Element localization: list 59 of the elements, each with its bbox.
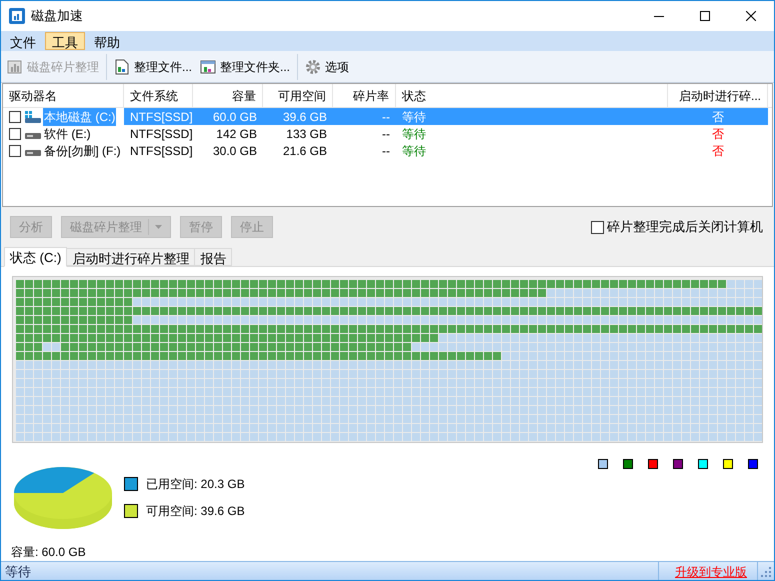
drive-name: 软件 (E:) <box>43 126 92 142</box>
folder-icon <box>200 58 216 74</box>
legend-label: 已用空间: 20.3 GB <box>146 476 245 492</box>
table-cell: -- <box>333 108 396 125</box>
toolbar-button[interactable]: 选项 <box>301 54 354 80</box>
table-cell-text: -- <box>381 126 391 142</box>
table-row[interactable]: 备份[勿删] (F:) NTFS[SSD] 30.0 GB 21.6 GB -- 等待 否 <box>3 142 768 159</box>
tab[interactable]: 状态 (C:) <box>4 247 68 267</box>
column-header[interactable]: 可用空间 <box>263 84 333 107</box>
menu-item[interactable]: 帮助 <box>87 32 127 50</box>
toolbar-button[interactable]: 整理文件... <box>110 54 196 80</box>
menu-item[interactable]: 文件 <box>3 32 43 50</box>
toolbar-button[interactable]: 整理文件夹... <box>196 54 294 80</box>
table-cell-text: NTFS[SSD] <box>129 126 193 142</box>
status-text: 等待 <box>5 562 31 580</box>
drive-name: 备份[勿删] (F:) <box>43 142 122 160</box>
table-row[interactable]: 软件 (E:) NTFS[SSD] 142 GB 133 GB -- 等待 否 <box>3 125 768 142</box>
menu-item[interactable]: 工具 <box>45 32 85 50</box>
drive-name: 本地磁盘 (C:) <box>43 108 116 126</box>
column-header[interactable]: 驱动器名 <box>3 84 124 107</box>
resize-grip-icon <box>761 566 771 576</box>
table-cell-text: 142 GB <box>215 126 258 142</box>
app-icon <box>9 8 25 24</box>
system-drive-icon <box>24 110 42 122</box>
legend-label: 可用空间: 39.6 GB <box>146 502 245 520</box>
table-cell: 60.0 GB <box>193 108 263 125</box>
table-cell: 等待 <box>396 108 668 125</box>
column-header[interactable]: 状态 <box>396 84 668 107</box>
table-cell-text: 21.6 GB <box>282 142 328 159</box>
checkbox[interactable] <box>9 144 21 156</box>
close-icon <box>746 11 756 21</box>
column-header[interactable]: 启动时进行碎... <box>668 84 768 107</box>
tab[interactable]: 启动时进行碎片整理 <box>67 248 196 266</box>
table-cell: NTFS[SSD] <box>124 108 193 125</box>
table-cell: 39.6 GB <box>263 108 333 125</box>
checkbox[interactable] <box>9 128 21 140</box>
document-icon <box>114 58 130 74</box>
table-cell-text: NTFS[SSD] <box>129 142 193 159</box>
table-cell-text: 否 <box>711 142 725 159</box>
column-header[interactable]: 容量 <box>193 84 263 107</box>
column-header[interactable]: 文件系统 <box>124 84 193 107</box>
settings-icon <box>305 58 322 74</box>
table-cell-text: 等待 <box>401 142 427 159</box>
window-title: 磁盘加速 <box>31 7 83 26</box>
table-cell-text: 等待 <box>401 126 427 142</box>
checkbox-label: 碎片整理完成后关闭计算机 <box>607 218 763 236</box>
table-cell-text: 否 <box>711 126 725 142</box>
maximize-icon <box>700 11 710 21</box>
table-cell-text: 133 GB <box>285 126 328 142</box>
caret-icon <box>155 225 162 229</box>
table-cell: 否 <box>668 108 768 125</box>
table-cell-text: 30.0 GB <box>212 142 258 159</box>
table-cell-text: -- <box>381 142 391 159</box>
bar-chart-icon <box>7 58 23 74</box>
capacity-text: 容量: 60.0 GB <box>11 544 87 561</box>
column-header[interactable]: 碎片率 <box>333 84 396 107</box>
tab[interactable]: 报告 <box>195 248 232 266</box>
checkbox[interactable] <box>591 220 604 234</box>
checkbox[interactable] <box>9 110 21 122</box>
